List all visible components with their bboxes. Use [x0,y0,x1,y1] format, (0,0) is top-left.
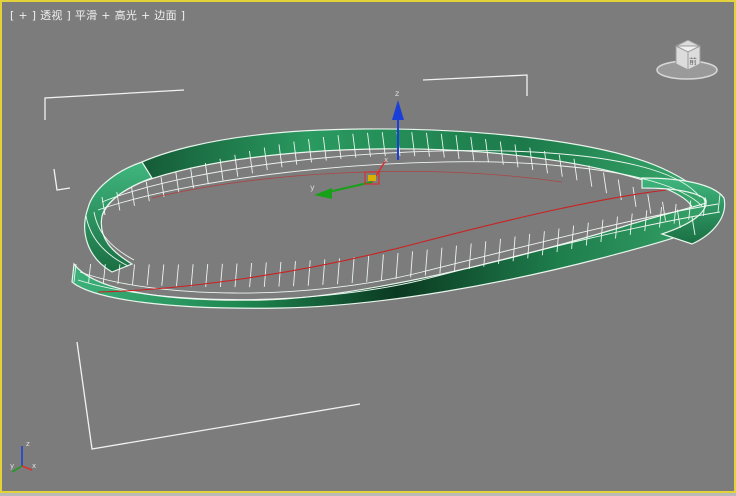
perspective-viewport[interactable]: [ + ] 透视 ] 平滑 + 高光 + 边面 ] z y x 前 z y x [0,0,736,493]
svg-text:z: z [395,89,399,98]
svg-text:y: y [310,183,315,192]
axis-tripod-icon: z y x [10,440,36,473]
viewcube-icon[interactable]: 前 [654,36,720,84]
svg-text:y: y [10,462,14,470]
svg-text:x: x [384,156,388,164]
viewcube-face-label: 前 [689,56,697,66]
svg-text:x: x [32,462,36,470]
viewport-scene: z y x [44,74,726,450]
svg-text:z: z [26,440,30,448]
